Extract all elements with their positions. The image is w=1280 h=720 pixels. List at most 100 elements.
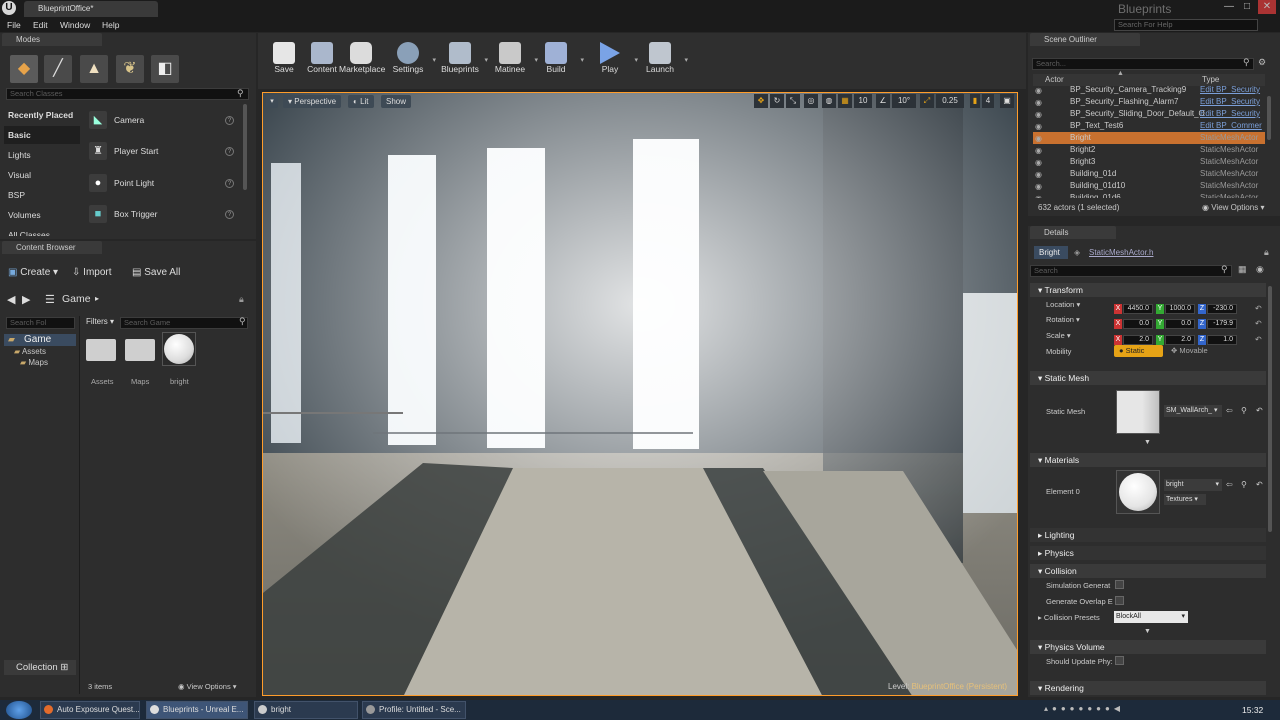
outliner-row[interactable]: ◉ Bright StaticMeshActor	[1033, 132, 1265, 144]
details-scrollbar[interactable]	[1268, 286, 1272, 532]
reset-icon[interactable]: ↶	[1255, 319, 1262, 328]
paint-mode-icon[interactable]: ╱	[44, 55, 72, 83]
visibility-eye-icon[interactable]: ◉	[1035, 193, 1042, 198]
column-actor[interactable]: Actor	[1045, 75, 1064, 84]
details-tab[interactable]: Details	[1030, 226, 1116, 239]
asset-folder-maps[interactable]	[125, 336, 157, 362]
taskbar-item[interactable]: Auto Exposure Quest...	[40, 701, 140, 719]
location-label[interactable]: Location ▾	[1046, 300, 1080, 309]
maximize-viewport-icon[interactable]: ▣	[1000, 94, 1014, 108]
save-all-button[interactable]: ▤ Save All	[132, 267, 180, 278]
path-breadcrumb[interactable]: Game	[62, 293, 91, 305]
mobility-static-button[interactable]: ● Static	[1114, 345, 1163, 357]
location-y-field[interactable]: 1000.0	[1165, 304, 1195, 314]
place-item-point-light[interactable]: ● Point Light?	[86, 169, 238, 197]
lit-button[interactable]: ◐ Lit	[348, 95, 374, 108]
start-button[interactable]	[6, 701, 32, 719]
scale-x-field[interactable]: 2.0	[1123, 335, 1153, 345]
category-volumes[interactable]: Volumes	[4, 206, 80, 224]
column-type[interactable]: Type	[1202, 75, 1219, 84]
settings-icon[interactable]: ⚙	[1258, 57, 1266, 68]
outliner-row[interactable]: ◉ BP_Security_Flashing_Alarm7 Edit BP_Secu…	[1033, 96, 1265, 108]
grid-snap-value[interactable]: 10	[854, 94, 872, 108]
splitter[interactable]	[79, 316, 80, 694]
outliner-row[interactable]: ◉ BP_Security_Sliding_Door_Default_O Edit …	[1033, 108, 1265, 120]
category-visual[interactable]: Visual	[4, 166, 80, 184]
expand-arrow-icon[interactable]: ▼	[1144, 628, 1151, 635]
help-icon[interactable]: ?	[225, 210, 234, 219]
browse-icon[interactable]: ⚲	[1241, 480, 1247, 489]
lock-icon[interactable]: 🔒︎	[239, 294, 244, 305]
toolbar-content[interactable]: Content	[300, 38, 344, 82]
search-folders-input[interactable]: Search Fol	[6, 317, 75, 329]
menu-edit[interactable]: Edit	[33, 18, 48, 32]
rotate-icon[interactable]: ↻	[770, 94, 784, 108]
rotation-x-field[interactable]: 0.0	[1123, 319, 1153, 329]
taskbar-item[interactable]: bright	[254, 701, 358, 719]
outliner-row[interactable]: ◉ Bright2 StaticMeshActor	[1033, 144, 1265, 156]
place-item-camera[interactable]: ◣ Camera?	[86, 106, 238, 134]
section-rendering[interactable]: ▾ Rendering	[1030, 681, 1266, 695]
level-viewport[interactable]	[262, 92, 1018, 696]
minimize-button[interactable]: —	[1220, 0, 1238, 14]
help-icon[interactable]: ?	[225, 116, 234, 125]
location-z-field[interactable]: -230.0	[1207, 304, 1237, 314]
outliner-row[interactable]: ◉ Bright3 StaticMeshActor	[1033, 156, 1265, 168]
outliner-row[interactable]: ◉Building_01d6StaticMeshActor	[1033, 192, 1265, 198]
outliner-row[interactable]: ◉ Building_01d10 StaticMeshActor	[1033, 180, 1265, 192]
scale-icon[interactable]: ⤡	[786, 94, 800, 108]
location-x-field[interactable]: 4450.0	[1123, 304, 1153, 314]
rotation-y-field[interactable]: 0.0	[1165, 319, 1195, 329]
section-materials[interactable]: ▾ Materials	[1030, 453, 1266, 467]
scale-label[interactable]: Scale ▾	[1046, 331, 1071, 340]
help-icon[interactable]: ?	[225, 147, 234, 156]
add-icon[interactable]: ⊞	[60, 662, 68, 673]
tree-item-assets[interactable]: ▰ Assets	[14, 347, 46, 356]
scale-snap-icon[interactable]: ⤢	[920, 94, 934, 108]
content-browser-tab[interactable]: Content Browser	[2, 241, 102, 254]
outliner-row[interactable]: ◉ Building_01d StaticMeshActor	[1033, 168, 1265, 180]
perspective-button[interactable]: ▾ Perspective	[283, 95, 342, 108]
chevron-down-icon[interactable]: ▾	[684, 56, 688, 64]
geometry-mode-icon[interactable]: ◧	[151, 55, 179, 83]
textures-dropdown[interactable]: Textures ▾	[1164, 494, 1206, 505]
place-item-player-start[interactable]: ♜ Player Start?	[86, 137, 238, 165]
eye-icon[interactable]: ◉	[1256, 264, 1264, 275]
section-transform[interactable]: ▾ Transform	[1030, 283, 1266, 297]
actor-name-field[interactable]: Bright	[1034, 246, 1068, 259]
taskbar-item[interactable]: Blueprints - Unreal E...	[146, 701, 248, 719]
tree-item-maps[interactable]: ▰ Maps	[20, 358, 48, 367]
generate-overlap-checkbox[interactable]	[1115, 596, 1124, 605]
actor-type[interactable]: Edit BP_Commer	[1200, 120, 1262, 132]
reset-icon[interactable]: ↶	[1255, 304, 1262, 313]
scale-snap-value[interactable]: 0.25	[936, 94, 964, 108]
world-local-icon[interactable]: ◎	[804, 94, 818, 108]
reset-icon[interactable]: ↶	[1255, 335, 1262, 344]
browse-icon[interactable]: ⚲	[1241, 406, 1247, 415]
search-classes-input[interactable]: Search Classes	[6, 88, 249, 100]
landscape-mode-icon[interactable]: ▲	[80, 55, 108, 83]
asset-material-bright[interactable]	[162, 332, 196, 366]
collections-button[interactable]: Collection ⊞	[4, 660, 76, 675]
chevron-down-icon[interactable]: ▾	[580, 56, 584, 64]
chevron-down-icon[interactable]: ▾	[432, 56, 436, 64]
path-menu-icon[interactable]: ☰	[45, 293, 55, 306]
actor-type[interactable]: Edit BP_Security	[1200, 108, 1260, 120]
section-static-mesh[interactable]: ▾ Static Mesh	[1030, 371, 1266, 385]
grid-snap-icon[interactable]: ▦	[838, 94, 852, 108]
camera-speed-value[interactable]: 4	[982, 94, 994, 108]
scale-y-field[interactable]: 2.0	[1165, 335, 1195, 345]
document-tab[interactable]: BlueprintOffice*	[24, 1, 158, 17]
actor-type[interactable]: Edit BP_Security	[1200, 84, 1260, 96]
section-physics[interactable]: ▸ Physics	[1030, 546, 1266, 560]
use-selected-icon[interactable]: ⇦	[1226, 406, 1233, 415]
show-button[interactable]: Show	[381, 95, 412, 108]
reset-icon[interactable]: ↶	[1256, 406, 1263, 415]
class-link[interactable]: StaticMeshActor.h	[1089, 248, 1153, 257]
filters-button[interactable]: Filters ▾	[86, 317, 114, 326]
surface-snap-icon[interactable]: ◍	[822, 94, 836, 108]
use-selected-icon[interactable]: ⇦	[1226, 480, 1233, 489]
rotation-label[interactable]: Rotation ▾	[1046, 315, 1080, 324]
grid-view-icon[interactable]: ▦	[1238, 264, 1247, 275]
section-physics-volume[interactable]: ▾ Physics Volume	[1030, 640, 1266, 654]
